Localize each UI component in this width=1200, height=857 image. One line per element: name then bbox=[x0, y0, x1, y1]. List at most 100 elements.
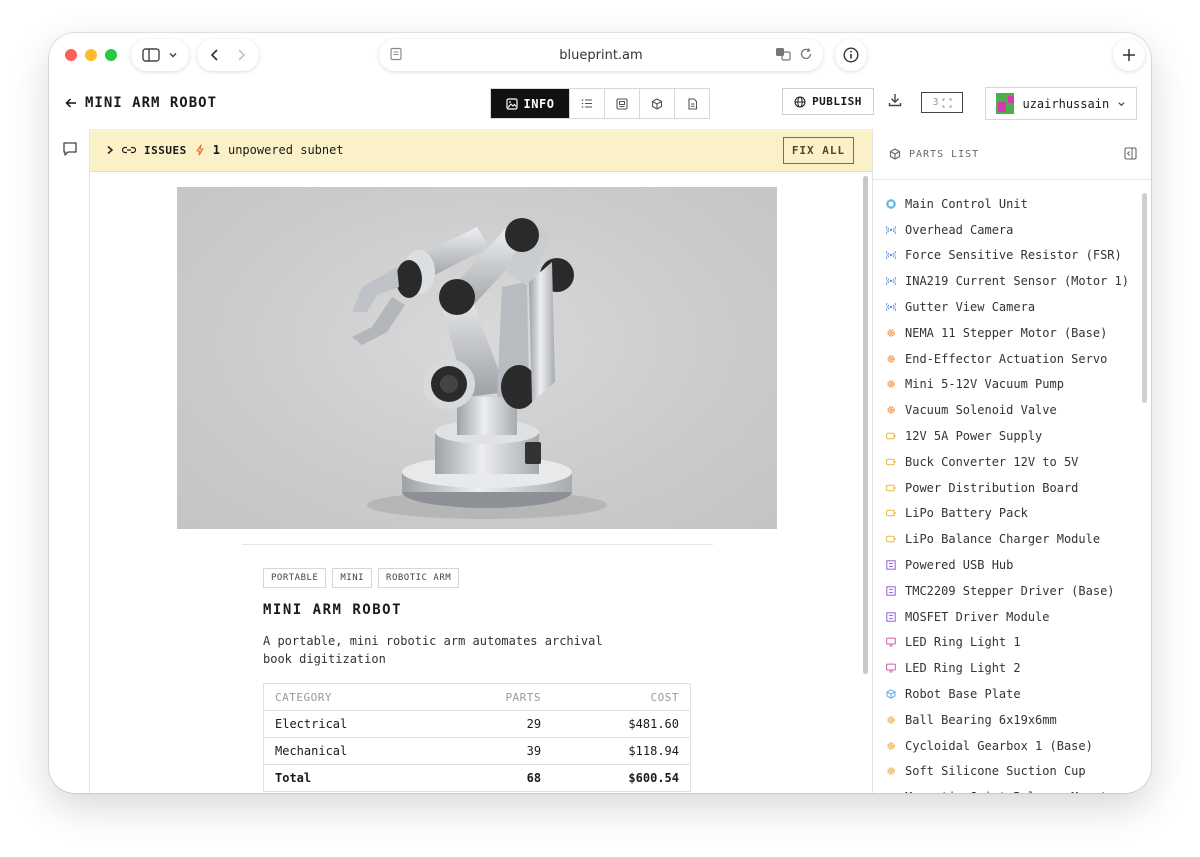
cost-cell: $118.94 bbox=[552, 737, 691, 765]
publish-button[interactable]: PUBLISH bbox=[782, 88, 874, 115]
parts-list-item[interactable]: Main Control Unit bbox=[873, 191, 1151, 217]
parts-list-item[interactable]: 12V 5A Power Supply bbox=[873, 423, 1151, 449]
parts-list-item[interactable]: Cycloidal Gearbox 1 (Base) bbox=[873, 733, 1151, 759]
address-bar[interactable]: blueprint.am bbox=[379, 39, 823, 71]
parts-list-item[interactable]: Ball Bearing 6x19x6mm bbox=[873, 707, 1151, 733]
parts-list-item[interactable]: Power Distribution Board bbox=[873, 475, 1151, 501]
tab-info[interactable]: INFO bbox=[491, 89, 569, 118]
back-to-projects[interactable]: MINI ARM ROBOT bbox=[65, 95, 217, 111]
tab-document[interactable] bbox=[674, 89, 709, 118]
schematic-icon bbox=[616, 97, 628, 110]
close-window-button[interactable] bbox=[65, 49, 77, 61]
download-icon[interactable] bbox=[887, 92, 903, 108]
parts-list-item[interactable]: Mini 5-12V Vacuum Pump bbox=[873, 372, 1151, 398]
parts-list-item[interactable]: Force Sensitive Resistor (FSR) bbox=[873, 243, 1151, 269]
project-tags: PORTABLE MINI ROBOTIC ARM bbox=[263, 568, 460, 588]
tag[interactable]: MINI bbox=[332, 568, 373, 588]
tag[interactable]: ROBOTIC ARM bbox=[378, 568, 460, 588]
board-icon bbox=[886, 611, 896, 622]
cost-cell: $481.60 bbox=[552, 710, 691, 738]
collapse-panel-icon[interactable] bbox=[1124, 147, 1137, 160]
section-divider bbox=[242, 544, 713, 545]
comment-icon[interactable] bbox=[62, 141, 78, 157]
arrow-left-icon bbox=[65, 98, 76, 108]
parts-scrollbar[interactable] bbox=[1142, 193, 1147, 403]
reload-icon[interactable] bbox=[799, 47, 813, 61]
page-title: MINI ARM ROBOT bbox=[85, 95, 218, 111]
issues-label: ISSUES bbox=[144, 143, 187, 157]
counter-value: 3 bbox=[932, 97, 939, 108]
user-menu[interactable]: uzairhussain bbox=[985, 87, 1137, 120]
page-icon bbox=[390, 47, 402, 61]
parts-list-item[interactable]: Vacuum Solenoid Valve bbox=[873, 397, 1151, 423]
cube-icon bbox=[886, 689, 896, 699]
tab-3d-model[interactable] bbox=[639, 89, 674, 118]
parts-list-item[interactable]: LiPo Battery Pack bbox=[873, 501, 1151, 527]
translate-icon[interactable] bbox=[775, 47, 791, 61]
parts-list-item[interactable]: Gutter View Camera bbox=[873, 294, 1151, 320]
part-name: Soft Silicone Suction Cup bbox=[905, 764, 1086, 779]
tab-schematic[interactable] bbox=[604, 89, 639, 118]
parts-list-item[interactable]: LED Ring Light 1 bbox=[873, 630, 1151, 656]
parts-list-title: PARTS LIST bbox=[909, 148, 980, 160]
minimize-window-button[interactable] bbox=[85, 49, 97, 61]
column-header: CATEGORY bbox=[275, 690, 332, 704]
chevron-right-icon[interactable] bbox=[106, 145, 114, 155]
column-header: PARTS bbox=[505, 690, 542, 704]
tab-list[interactable] bbox=[569, 89, 604, 118]
parts-list-item[interactable]: INA219 Current Sensor (Motor 1) bbox=[873, 268, 1151, 294]
part-name: Cycloidal Gearbox 1 (Base) bbox=[905, 738, 1093, 753]
forward-icon[interactable] bbox=[236, 48, 246, 62]
tag[interactable]: PORTABLE bbox=[263, 568, 327, 588]
fix-all-button[interactable]: FIX ALL bbox=[783, 137, 854, 164]
main-scrollbar[interactable] bbox=[863, 172, 868, 793]
parts-list-item[interactable]: Magnetic Joint Balance Mount bbox=[873, 784, 1151, 793]
notification-counter[interactable]: 3 bbox=[921, 92, 963, 113]
signal-icon bbox=[886, 250, 896, 260]
gear-icon bbox=[886, 766, 896, 776]
parts-list-item[interactable]: TMC2209 Stepper Driver (Base) bbox=[873, 578, 1151, 604]
parts-list-item[interactable]: MOSFET Driver Module bbox=[873, 604, 1151, 630]
new-tab-button[interactable] bbox=[1113, 39, 1145, 71]
part-name: Mini 5-12V Vacuum Pump bbox=[905, 377, 1064, 392]
project-title: MINI ARM ROBOT bbox=[263, 602, 403, 618]
part-name: Gutter View Camera bbox=[905, 300, 1036, 315]
scan-icon bbox=[942, 98, 952, 107]
globe-icon bbox=[794, 95, 806, 108]
part-name: LiPo Balance Charger Module bbox=[905, 532, 1101, 547]
cost-cell: $600.54 bbox=[552, 764, 691, 792]
parts-cell: 68 bbox=[442, 764, 553, 792]
board-icon bbox=[886, 586, 896, 596]
part-name: Powered USB Hub bbox=[905, 558, 1014, 573]
url-text: blueprint.am bbox=[559, 47, 643, 63]
parts-list-item[interactable]: Soft Silicone Suction Cup bbox=[873, 759, 1151, 785]
view-switcher: INFO bbox=[490, 88, 710, 119]
column-header: COST bbox=[650, 690, 679, 704]
parts-list-item[interactable]: Buck Converter 12V to 5V bbox=[873, 449, 1151, 475]
part-name: Robot Base Plate bbox=[905, 687, 1021, 702]
tab-info-label: INFO bbox=[523, 96, 555, 111]
parts-list-item[interactable]: Powered USB Hub bbox=[873, 552, 1151, 578]
product-image bbox=[177, 187, 777, 529]
battery-icon bbox=[886, 431, 896, 441]
part-name: End-Effector Actuation Servo bbox=[905, 351, 1108, 366]
zoom-window-button[interactable] bbox=[105, 49, 117, 61]
table-row: Electrical 29 $481.60 bbox=[263, 710, 691, 738]
issues-banner: ISSUES 1 unpowered subnet FIX ALL bbox=[90, 129, 872, 172]
sidebar-toggle-button[interactable] bbox=[131, 39, 189, 71]
page-info-button[interactable] bbox=[835, 39, 867, 71]
parts-list-item[interactable]: LED Ring Light 2 bbox=[873, 655, 1151, 681]
info-icon bbox=[843, 47, 859, 63]
back-icon[interactable] bbox=[210, 48, 220, 62]
gear-icon bbox=[886, 715, 896, 725]
monitor-icon bbox=[886, 663, 896, 673]
battery-icon bbox=[886, 534, 896, 544]
parts-list-item[interactable]: End-Effector Actuation Servo bbox=[873, 346, 1151, 372]
parts-cell: 29 bbox=[442, 710, 553, 738]
parts-list-item[interactable]: Robot Base Plate bbox=[873, 681, 1151, 707]
part-name: LiPo Battery Pack bbox=[905, 506, 1028, 521]
cube-icon bbox=[651, 97, 663, 110]
parts-list-item[interactable]: Overhead Camera bbox=[873, 217, 1151, 243]
parts-list-item[interactable]: LiPo Balance Charger Module bbox=[873, 526, 1151, 552]
parts-list-item[interactable]: NEMA 11 Stepper Motor (Base) bbox=[873, 320, 1151, 346]
